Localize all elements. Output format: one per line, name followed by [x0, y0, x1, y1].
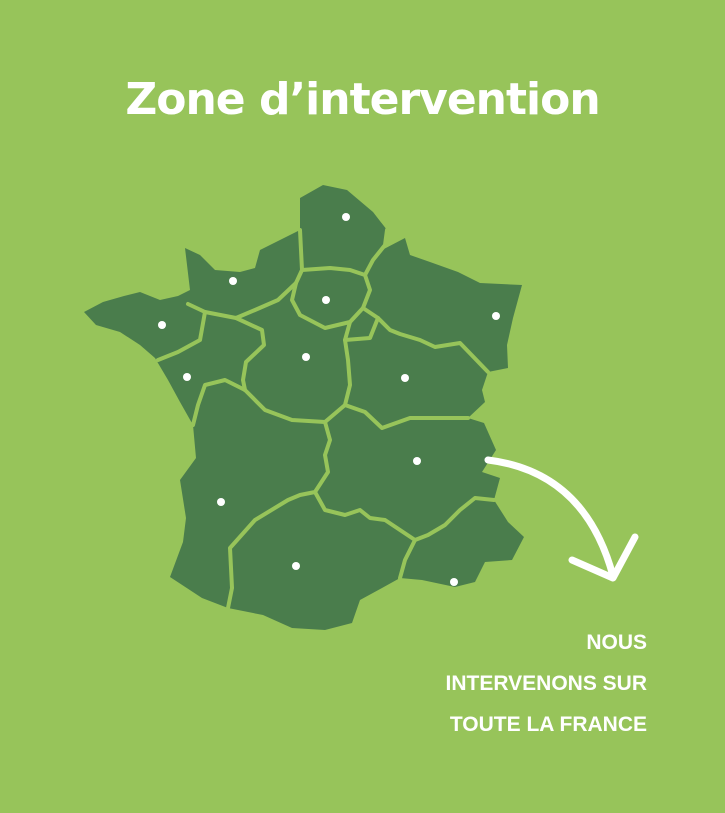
- france-mainland: [84, 185, 524, 630]
- marker-auvergne-rhone-alpes: [413, 457, 421, 465]
- marker-occitanie: [292, 562, 300, 570]
- marker-bourgogne-franche-comte: [401, 374, 409, 382]
- marker-nouvelle-aquitaine: [217, 498, 225, 506]
- callout-text: NOUS INTERVENONS SUR TOUTE LA FRANCE: [446, 622, 647, 745]
- marker-bretagne: [158, 321, 166, 329]
- marker-ile-de-france: [322, 296, 330, 304]
- marker-hauts-de-france: [342, 213, 350, 221]
- marker-pays-de-la-loire: [183, 373, 191, 381]
- arrow-icon: [484, 456, 639, 582]
- marker-centre-val-de-loire: [302, 353, 310, 361]
- callout-line: TOUTE LA FRANCE: [449, 713, 647, 736]
- marker-provence-alpes-cote-d-azur: [450, 578, 458, 586]
- marker-grand-est: [492, 312, 500, 320]
- marker-normandie: [229, 277, 237, 285]
- callout-line: INTERVENONS SUR: [445, 672, 647, 695]
- callout-line: NOUS: [586, 631, 647, 654]
